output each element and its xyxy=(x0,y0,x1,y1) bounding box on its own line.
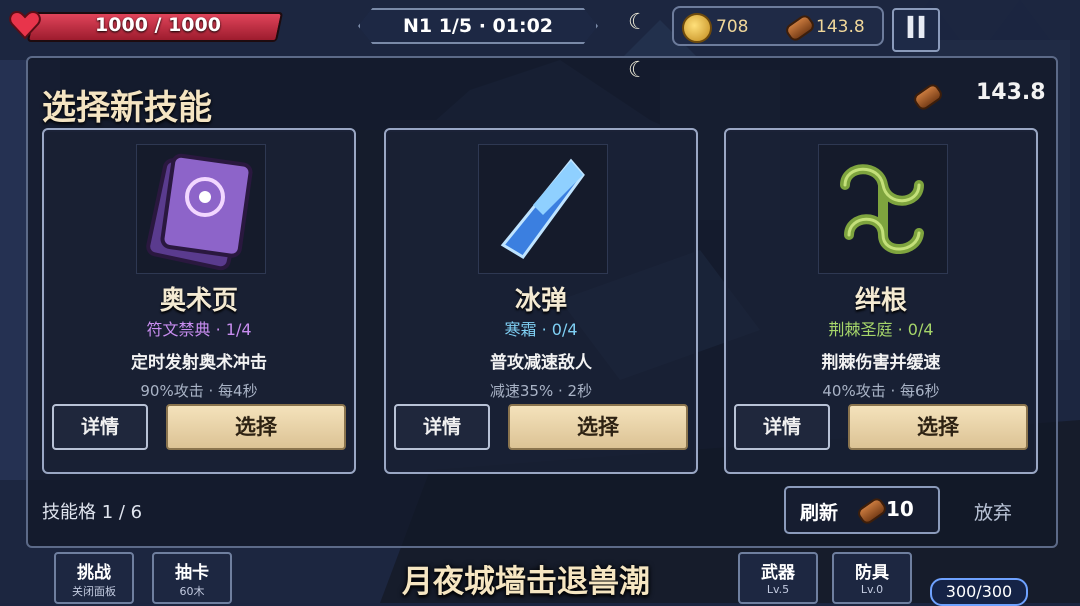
armor-label: 防具 xyxy=(855,563,889,583)
skill-card-ice[interactable]: 冰弹 寒霜 · 0/4 普攻减速敌人 减速35% · 2秒 详情 选择 xyxy=(384,128,698,474)
resource-panel: 708 143.8 xyxy=(672,6,884,46)
skill-stats: 减速35% · 2秒 xyxy=(489,382,593,400)
skill-school-separator: · xyxy=(541,320,552,339)
moon-icon: ☾ xyxy=(628,58,648,83)
skill-school-name: 符文禁典 xyxy=(146,320,211,339)
skill-school-name: 荆棘圣庭 xyxy=(828,320,893,339)
skill-school-separator: · xyxy=(897,320,908,339)
skill-school: 符文禁典 · 1/4 xyxy=(44,316,354,340)
modal-title: 选择新技能 xyxy=(42,88,212,128)
refresh-cost: 10 xyxy=(886,497,914,521)
challenge-button[interactable]: 挑战 关闭面板 xyxy=(54,552,134,604)
select-button[interactable]: 选择 xyxy=(848,404,1028,450)
wood-log-icon xyxy=(783,12,817,44)
moon-icon: ☾ xyxy=(628,10,648,35)
draw-cost: 60木 xyxy=(179,585,205,598)
skill-name: 奥术页 xyxy=(159,286,238,316)
wave-timer-panel: N1 1/5 · 01:02 xyxy=(358,8,598,44)
skill-slot-count: 技能格 1 / 6 xyxy=(42,502,143,523)
skill-card-arcane[interactable]: 奥术页 符文禁典 · 1/4 定时发射奥术冲击 90%攻击 · 每4秒 详情 选… xyxy=(42,128,356,474)
refresh-button[interactable]: 刷新 10 xyxy=(784,486,940,534)
gold-coin-icon xyxy=(682,13,712,43)
skill-level: 0/4 xyxy=(551,320,578,339)
xp-counter: 300/300 xyxy=(930,578,1028,606)
wood-log-icon xyxy=(855,495,889,527)
detail-button[interactable]: 详情 xyxy=(394,404,490,450)
skill-card-thorn[interactable]: 绊根 荆棘圣庭 · 0/4 荆棘伤害并缓速 40%攻击 · 每6秒 详情 选择 xyxy=(724,128,1038,474)
hp-bar: 1000 / 1000 xyxy=(8,6,284,42)
skill-image xyxy=(818,144,948,274)
wood-total: 143.8 xyxy=(976,80,1046,105)
refresh-label: 刷新 xyxy=(800,502,839,524)
detail-button[interactable]: 详情 xyxy=(52,404,148,450)
armor-level: Lv.0 xyxy=(860,583,884,596)
abandon-button[interactable]: 放弃 xyxy=(974,498,1012,525)
skill-description: 普攻减速敌人 xyxy=(490,353,592,373)
skill-stats: 40%攻击 · 每6秒 xyxy=(822,382,940,400)
skill-image xyxy=(136,144,266,274)
weapon-label: 武器 xyxy=(761,563,795,583)
arcane-page-icon xyxy=(146,153,253,271)
armor-button[interactable]: 防具 Lv.0 xyxy=(832,552,912,604)
challenge-sub: 关闭面板 xyxy=(72,585,116,598)
skill-name: 冰弹 xyxy=(514,286,567,316)
pause-button[interactable]: II xyxy=(892,8,940,52)
skill-school-separator: · xyxy=(215,320,226,339)
skill-name: 绊根 xyxy=(854,286,907,316)
thorn-vine-icon xyxy=(840,164,924,254)
hp-text: 1000 / 1000 xyxy=(95,14,221,36)
skill-level: 0/4 xyxy=(907,320,934,339)
gold-amount: 708 xyxy=(716,17,749,37)
select-button[interactable]: 选择 xyxy=(508,404,688,450)
skill-select-modal: ☾ 选择新技能 143.8 奥术页 符文禁典 · 1/4 定时发射奥术冲击 90… xyxy=(26,56,1058,548)
ice-crystal-icon xyxy=(500,158,585,259)
wood-log-icon xyxy=(911,81,945,113)
skill-description: 定时发射奥术冲击 xyxy=(131,353,267,373)
weapon-level: Lv.5 xyxy=(766,583,790,596)
stage-title: 月夜城墙击退兽潮 xyxy=(402,564,650,600)
skill-image xyxy=(478,144,608,274)
skill-description: 荆棘伤害并缓速 xyxy=(821,353,941,373)
heart-icon xyxy=(9,10,41,40)
draw-label: 抽卡 xyxy=(175,563,209,583)
challenge-label: 挑战 xyxy=(77,563,111,583)
skill-school-name: 寒霜 xyxy=(504,320,537,339)
skill-school: 寒霜 · 0/4 xyxy=(386,316,696,340)
skill-level: 1/4 xyxy=(225,320,252,339)
wave-timer-text: N1 1/5 · 01:02 xyxy=(402,15,554,37)
draw-card-button[interactable]: 抽卡 60木 xyxy=(152,552,232,604)
skill-school: 荆棘圣庭 · 0/4 xyxy=(726,316,1036,340)
wood-amount: 143.8 xyxy=(816,17,865,37)
skill-stats: 90%攻击 · 每4秒 xyxy=(140,382,258,400)
detail-button[interactable]: 详情 xyxy=(734,404,830,450)
select-button[interactable]: 选择 xyxy=(166,404,346,450)
weapon-button[interactable]: 武器 Lv.5 xyxy=(738,552,818,604)
